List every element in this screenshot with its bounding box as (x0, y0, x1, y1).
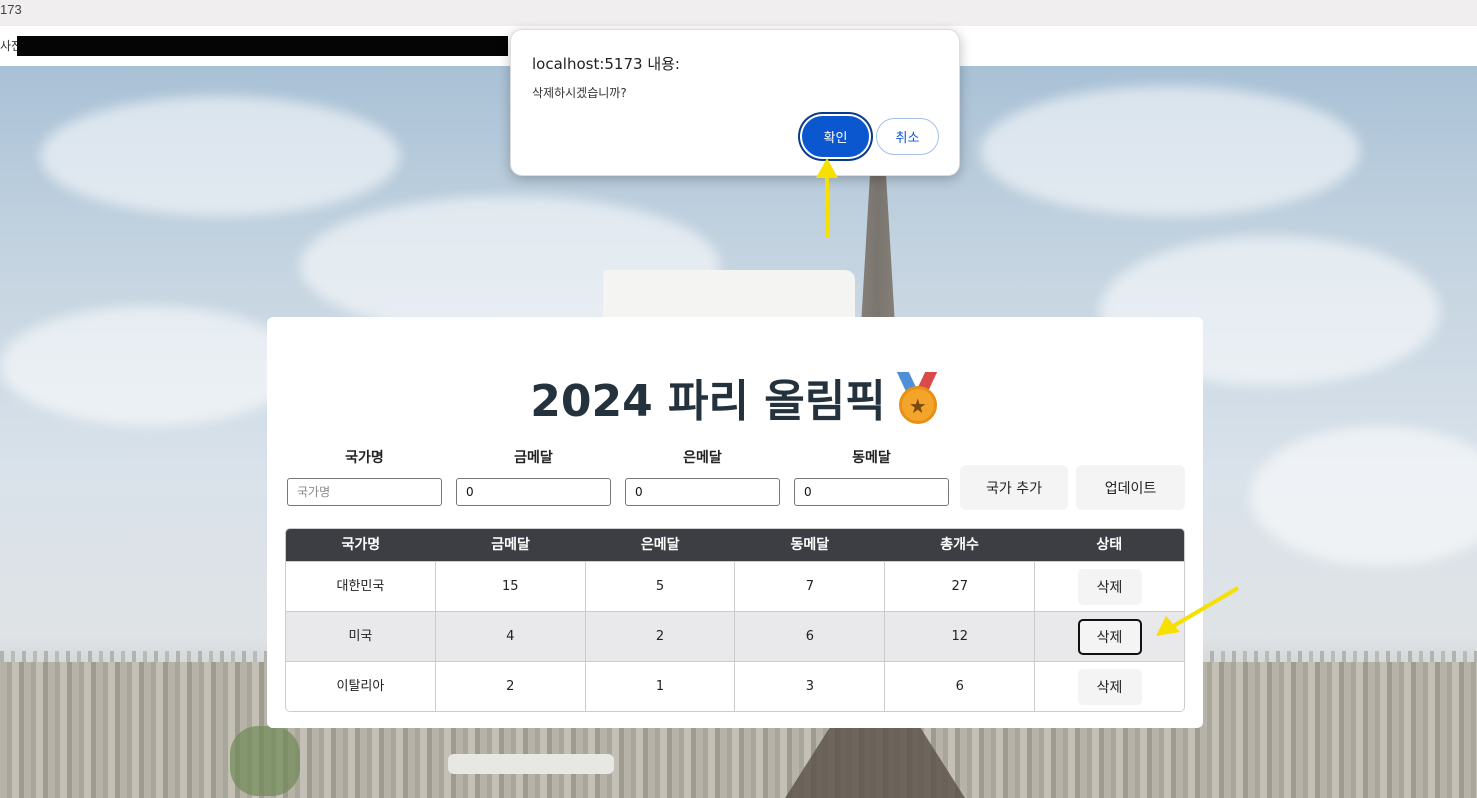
bronze-input[interactable] (794, 478, 949, 506)
cell-country: 이탈리아 (336, 679, 385, 694)
cell-country: 대한민국 (336, 579, 385, 594)
gold-label: 금메달 (514, 450, 553, 466)
cell-silver: 2 (584, 612, 735, 661)
silver-input[interactable] (625, 478, 780, 506)
confirm-dialog: localhost:5173 내용: 삭제하시겠습니까? 확인 취소 (510, 29, 960, 176)
cell-gold: 2 (434, 662, 585, 711)
header-silver: 은메달 (640, 537, 680, 553)
annotation-arrow-up-icon (816, 158, 838, 238)
delete-button[interactable]: 삭제 (1077, 618, 1142, 655)
table-row: 미국 4 2 6 12 삭제 (286, 611, 1184, 661)
silver-field: 은메달 (625, 449, 780, 506)
medal-form: 국가명 금메달 은메달 동메달 국가 추가 업데이트 (287, 449, 1187, 511)
page-title-text: 2024 파리 올림픽 (530, 376, 886, 427)
cell-gold: 15 (434, 562, 585, 611)
bronze-label: 동메달 (852, 450, 891, 466)
cell-status: 삭제 (1034, 662, 1184, 711)
update-button[interactable]: 업데이트 (1076, 465, 1185, 510)
header-gold: 금메달 (491, 537, 530, 553)
gold-input[interactable] (456, 478, 611, 506)
country-label: 국가명 (345, 450, 384, 466)
cell-silver: 5 (584, 562, 735, 611)
medal-card: 2024 파리 올림픽 ★ 국가명 금메달 은메달 동메달 국가 추가 업데이트… (267, 317, 1203, 728)
header-country: 국가명 (341, 537, 381, 553)
cell-silver: 1 (584, 662, 735, 711)
cell-country: 미국 (348, 629, 373, 644)
header-bronze: 동메달 (790, 537, 830, 553)
confirm-cancel-button[interactable]: 취소 (876, 118, 939, 155)
browser-top-bar: 173 (0, 0, 1477, 26)
delete-button[interactable]: 삭제 (1077, 568, 1142, 605)
gold-field: 금메달 (456, 449, 611, 506)
dialog-message: 삭제하시겠습니까? (532, 86, 627, 100)
cell-total: 27 (884, 562, 1034, 611)
dialog-title: localhost:5173 내용: (532, 55, 680, 73)
country-input[interactable] (287, 478, 442, 506)
confirm-ok-button[interactable]: 확인 (802, 116, 869, 157)
header-status: 상태 (1096, 537, 1123, 553)
country-field: 국가명 (287, 449, 442, 506)
redacted-bookmarks (17, 36, 508, 56)
cell-gold: 4 (434, 612, 585, 661)
cell-bronze: 6 (734, 612, 884, 661)
delete-button[interactable]: 삭제 (1077, 668, 1142, 705)
annotation-arrow-left-icon (1156, 586, 1240, 636)
bronze-field: 동메달 (794, 449, 949, 506)
page-title: 2024 파리 올림픽 ★ (267, 365, 1203, 429)
add-country-button[interactable]: 국가 추가 (960, 465, 1068, 510)
table-header: 국가명 금메달 은메달 동메달 총개수 상태 (286, 529, 1184, 561)
medal-icon: ★ (896, 372, 940, 424)
url-fragment: 173 (0, 2, 22, 17)
header-total: 총개수 (940, 537, 979, 553)
table-row: 이탈리아 2 1 3 6 삭제 (286, 661, 1184, 711)
cell-total: 6 (884, 662, 1034, 711)
medal-table: 국가명 금메달 은메달 동메달 총개수 상태 대한민국 15 5 7 27 삭제… (285, 528, 1185, 712)
silver-label: 은메달 (683, 450, 722, 466)
cell-total: 12 (884, 612, 1034, 661)
table-row: 대한민국 15 5 7 27 삭제 (286, 561, 1184, 611)
cell-bronze: 3 (734, 662, 884, 711)
cell-bronze: 7 (734, 562, 884, 611)
